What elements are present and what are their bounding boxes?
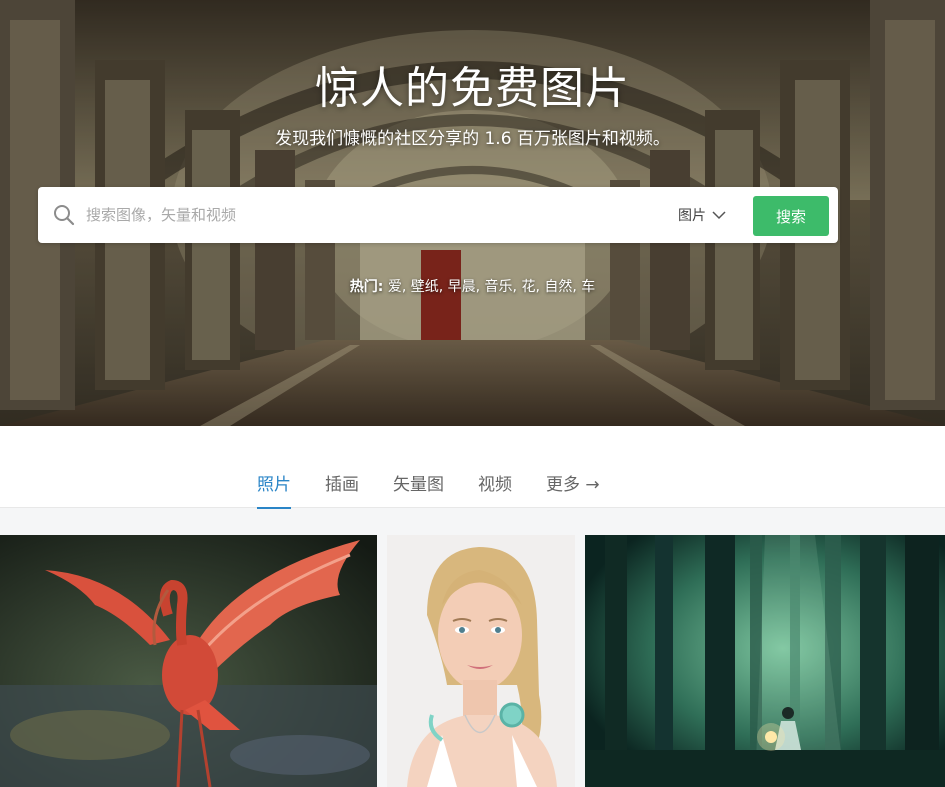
tab-photos[interactable]: 照片 (257, 470, 291, 509)
search-input[interactable] (86, 200, 646, 230)
popular-tag[interactable]: 音乐 (485, 279, 513, 295)
hero-subtitle: 发现我们慷慨的社区分享的 1.6 百万张图片和视频。 (275, 129, 670, 149)
popular-searches: 热门: 爱, 壁纸, 早晨, 音乐, 花, 自然, 车 (349, 279, 596, 295)
media-type-dropdown[interactable]: 图片 (678, 203, 726, 227)
search-button[interactable]: 搜索 (753, 196, 829, 236)
image-gallery (0, 535, 945, 787)
tab-more[interactable]: 更多 → (546, 470, 600, 509)
media-type-label: 图片 (678, 208, 706, 224)
media-tabs-bar: 照片 插画 矢量图 视频 更多 → (0, 426, 945, 509)
media-tabs: 照片 插画 矢量图 视频 更多 → (257, 470, 600, 509)
tab-vectors[interactable]: 矢量图 (393, 470, 444, 509)
tab-videos[interactable]: 视频 (478, 470, 512, 509)
hero-title: 惊人的免费图片 (315, 63, 630, 114)
chevron-down-icon (712, 211, 726, 220)
gallery-photo-forest[interactable] (585, 535, 945, 787)
popular-tag[interactable]: 花 (521, 279, 535, 295)
popular-label: 热门: (349, 279, 384, 295)
popular-tag[interactable]: 早晨 (448, 279, 476, 295)
search-bar: 图片 搜索 (38, 187, 838, 243)
gallery-photo-portrait[interactable] (387, 535, 575, 787)
popular-tag[interactable]: 车 (581, 279, 595, 295)
popular-tag[interactable]: 爱 (388, 279, 402, 295)
search-icon[interactable] (52, 203, 76, 227)
popular-tag[interactable]: 自然 (544, 279, 572, 295)
hero-banner: 惊人的免费图片 发现我们慷慨的社区分享的 1.6 百万张图片和视频。 图片 搜索… (0, 0, 945, 426)
popular-tag[interactable]: 壁纸 (411, 279, 439, 295)
gallery-photo-ibis[interactable] (0, 535, 377, 787)
tab-illustrations[interactable]: 插画 (325, 470, 359, 509)
